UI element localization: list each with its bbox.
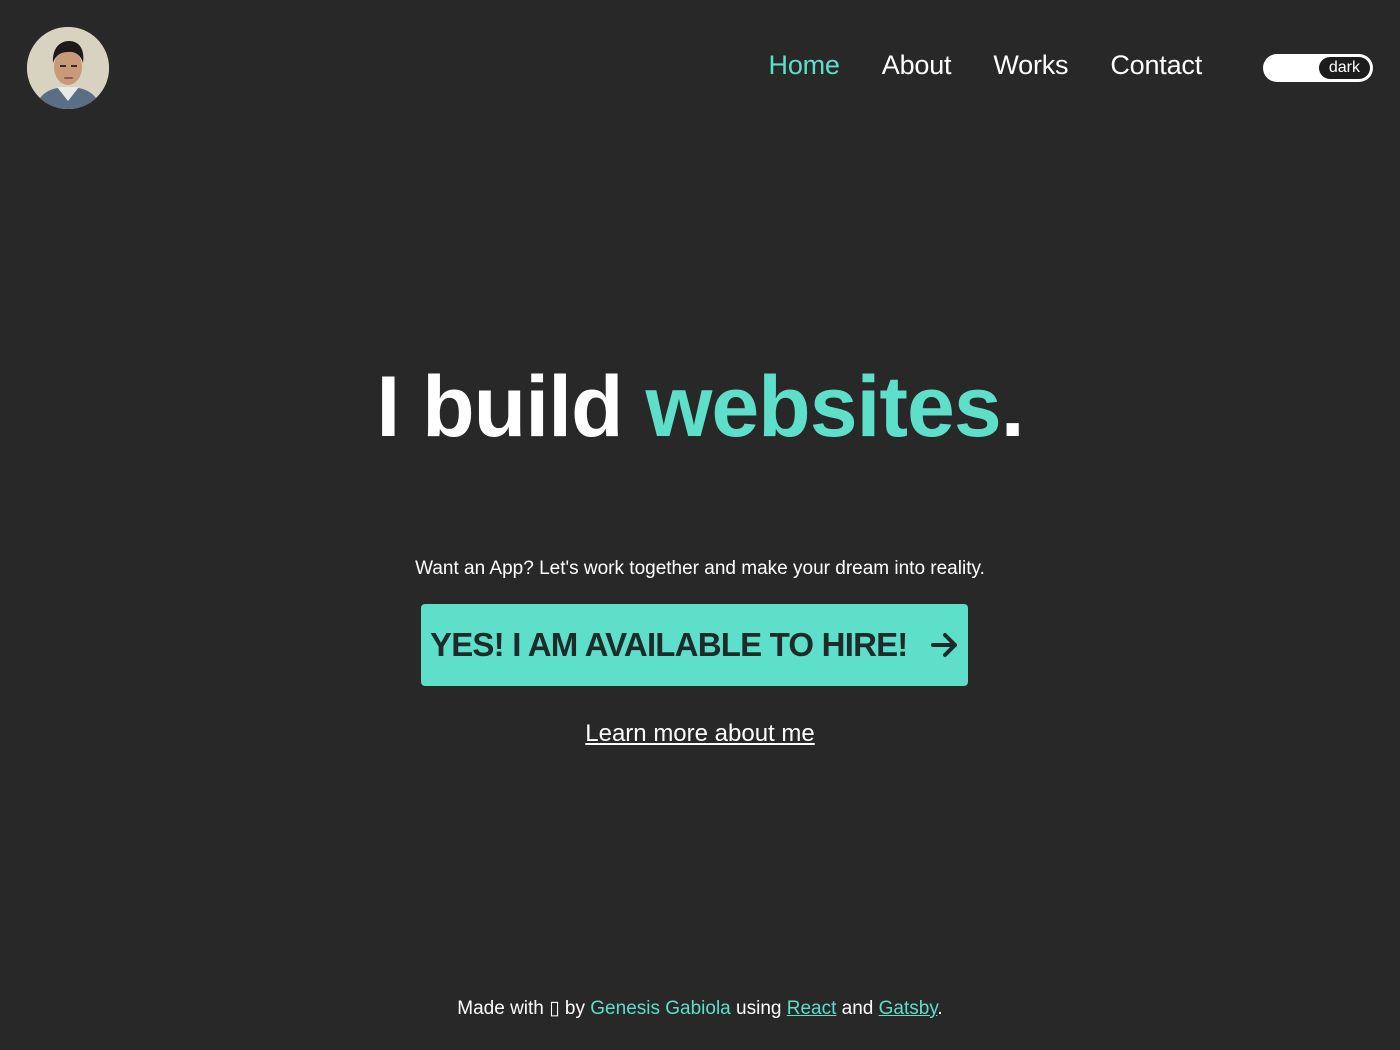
hero-title: I build websites. bbox=[0, 352, 1400, 462]
learn-more-link[interactable]: Learn more about me bbox=[585, 720, 814, 747]
main-nav: Home About Works Contact bbox=[769, 50, 1203, 81]
nav-item-works[interactable]: Works bbox=[993, 50, 1068, 81]
avatar[interactable] bbox=[27, 27, 109, 109]
footer-using: using bbox=[736, 998, 782, 1019]
theme-toggle[interactable]: dark bbox=[1263, 54, 1373, 82]
site-footer: Made with ▯ by Genesis Gabiola using Rea… bbox=[0, 997, 1400, 1020]
avatar-portrait-icon bbox=[27, 27, 109, 109]
footer-made-with: Made with bbox=[457, 998, 544, 1019]
footer-gatsby-link[interactable]: Gatsby bbox=[879, 998, 938, 1019]
hero-tagline: Want an App? Let's work together and mak… bbox=[415, 558, 985, 579]
page: Home About Works Contact dark I build we… bbox=[0, 0, 1400, 1050]
theme-toggle-label: dark bbox=[1318, 57, 1370, 79]
nav-item-home[interactable]: Home bbox=[769, 50, 840, 81]
footer-author-link[interactable]: Genesis Gabiola bbox=[590, 998, 730, 1019]
nav-item-contact[interactable]: Contact bbox=[1110, 50, 1202, 81]
hero-title-prefix: I build bbox=[376, 359, 646, 455]
hero-title-suffix: . bbox=[1000, 359, 1025, 455]
nav-item-about[interactable]: About bbox=[882, 50, 952, 81]
site-header: Home About Works Contact dark bbox=[0, 0, 1400, 140]
hire-me-button[interactable]: YES! I AM AVAILABLE TO HIRE! bbox=[421, 604, 968, 686]
footer-react-link[interactable]: React bbox=[787, 998, 837, 1019]
hire-me-button-label: YES! I AM AVAILABLE TO HIRE! bbox=[430, 626, 908, 663]
footer-and: and bbox=[841, 998, 874, 1019]
arrow-right-icon bbox=[931, 633, 957, 657]
hero-title-accent: websites bbox=[645, 359, 1001, 455]
footer-by: by bbox=[564, 998, 585, 1019]
learn-more-container: Learn more about me bbox=[0, 720, 1400, 748]
footer-period: . bbox=[937, 998, 943, 1019]
heart-icon: ▯ bbox=[549, 998, 560, 1019]
